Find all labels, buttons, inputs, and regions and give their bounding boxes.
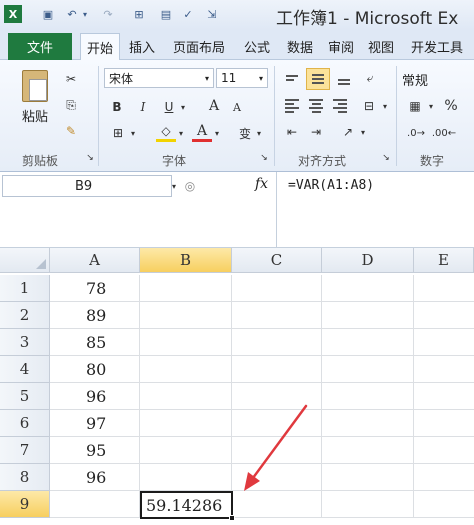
annotation-arrow-head bbox=[244, 472, 260, 491]
annotation-arrow-shaft bbox=[248, 404, 308, 484]
annotation-arrow-icon bbox=[244, 404, 308, 491]
